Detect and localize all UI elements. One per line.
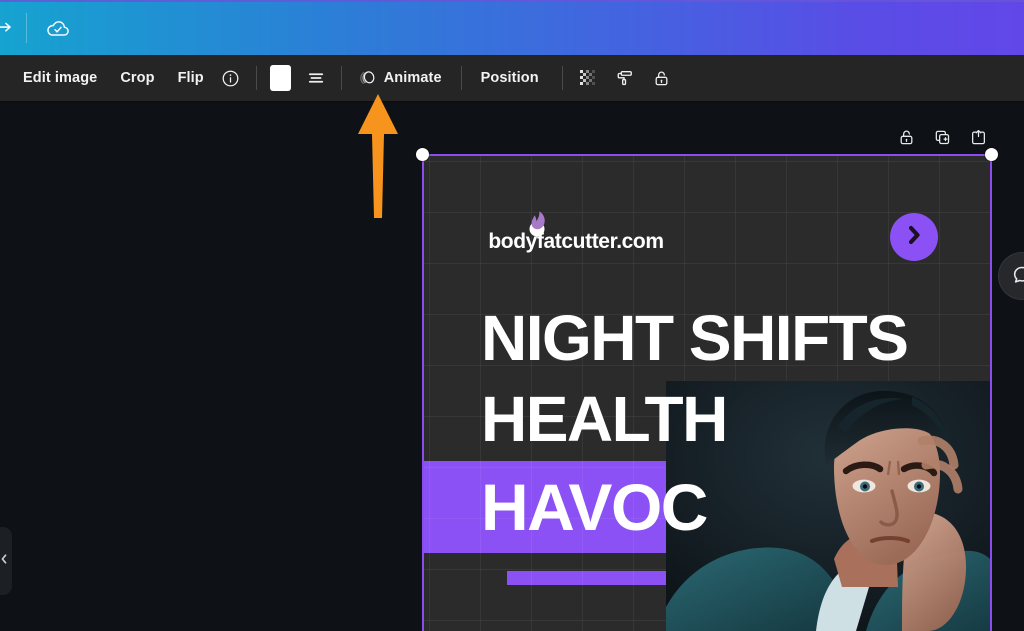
toolbar-divider: [340, 66, 342, 90]
selection-handle-top-right[interactable]: [985, 148, 998, 161]
transparency-checker-icon[interactable]: [573, 63, 603, 93]
chevron-left-icon: [0, 552, 9, 570]
color-swatch-button[interactable]: [267, 63, 295, 93]
app-top-bar: [0, 0, 1024, 55]
brand-logo: bodyfatcutter.com: [481, 208, 671, 254]
image-toolbar: Edit image Crop Flip Animate Position: [0, 55, 1024, 102]
toolbar-divider: [255, 66, 257, 90]
comment-bubble-icon: [1011, 263, 1024, 290]
cloud-saved-icon[interactable]: [41, 11, 75, 45]
canva-editor-screen: Edit image Crop Flip Animate Position bo…: [0, 0, 1024, 631]
animate-icon: [358, 68, 378, 88]
lock-element-button[interactable]: [895, 126, 917, 148]
duplicate-element-button[interactable]: [931, 126, 953, 148]
comment-button[interactable]: [998, 252, 1024, 300]
animate-button[interactable]: Animate: [352, 63, 451, 93]
info-circle-icon[interactable]: [216, 63, 246, 93]
design-canvas[interactable]: bodyfatcutter.com NIGHT SHIFTS HEALTH HA…: [422, 154, 992, 631]
flame-mark-icon: [522, 208, 552, 238]
crop-button[interactable]: Crop: [111, 64, 163, 92]
paint-roller-icon[interactable]: [610, 63, 640, 93]
toolbar-divider: [561, 66, 563, 90]
position-button[interactable]: Position: [472, 64, 548, 92]
logo-text: bodyfatcutter.com: [488, 230, 664, 253]
chevron-right-button[interactable]: [890, 213, 938, 261]
headline-line-2: HEALTH: [481, 383, 728, 455]
highlight-text: HAVOC: [481, 470, 708, 544]
element-actions-toolbar: [895, 126, 989, 148]
edit-image-button[interactable]: Edit image: [14, 64, 106, 92]
align-lines-icon[interactable]: [301, 63, 331, 93]
animate-label: Animate: [383, 70, 442, 86]
chevron-right-icon: [904, 224, 924, 251]
flip-button[interactable]: Flip: [169, 64, 213, 92]
toolbar-divider: [460, 66, 462, 90]
add-to-page-button[interactable]: [967, 126, 989, 148]
headline-line-1: NIGHT SHIFTS: [481, 302, 909, 374]
headline-text: NIGHT SHIFTS HEALTH: [481, 298, 909, 460]
selection-handle-top-left[interactable]: [416, 148, 429, 161]
left-panel-toggle[interactable]: [0, 527, 12, 595]
redo-arrow-icon[interactable]: [0, 8, 18, 48]
lock-open-icon[interactable]: [647, 63, 677, 93]
topbar-divider: [26, 12, 27, 43]
editor-workspace: bodyfatcutter.com NIGHT SHIFTS HEALTH HA…: [0, 102, 1024, 631]
color-swatch: [270, 65, 292, 91]
